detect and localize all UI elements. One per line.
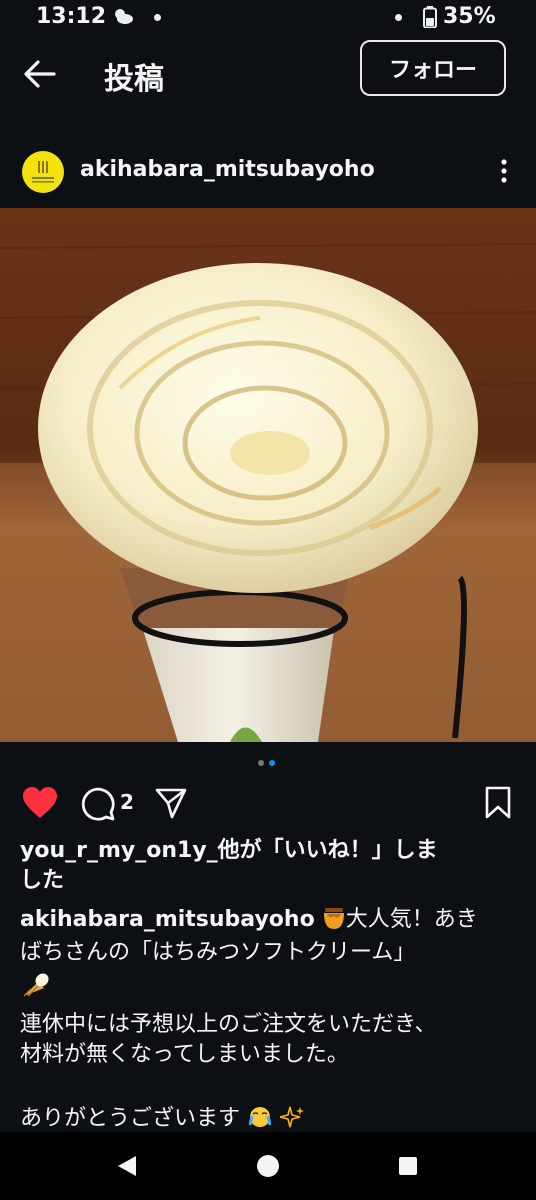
carousel-dot-active xyxy=(269,760,275,766)
nav-home-icon[interactable] xyxy=(256,1154,280,1178)
follow-button[interactable]: フォロー xyxy=(360,40,506,96)
caption-line xyxy=(20,970,512,1002)
heart-icon[interactable] xyxy=(22,786,58,820)
status-time: 13:12 xyxy=(36,4,107,29)
status-bar: 13:12 35% xyxy=(0,0,536,36)
caption-username[interactable]: akihabara_mitsubayoho xyxy=(20,907,315,932)
nav-back-icon[interactable] xyxy=(116,1154,138,1178)
system-nav-bar xyxy=(0,1132,536,1200)
avatar[interactable] xyxy=(22,151,64,193)
more-vertical-icon[interactable] xyxy=(498,158,510,184)
page-title: 投稿 xyxy=(104,62,164,97)
action-bar: 2 xyxy=(0,784,536,824)
sparkles-icon xyxy=(279,1106,305,1128)
likes-line-2: した xyxy=(20,868,65,893)
caption-line: ありがとうございます xyxy=(20,1104,512,1134)
caption-line: 連休中には予想以上のご注文をいただき、 xyxy=(20,1012,437,1037)
bookmark-icon[interactable] xyxy=(484,786,512,820)
back-arrow-icon[interactable] xyxy=(22,56,58,92)
crying-face-icon xyxy=(248,1107,272,1127)
caption-text: ありがとうございます xyxy=(20,1106,241,1131)
caption-text: 大人気！あき xyxy=(345,907,478,932)
post-header: akihabara_mitsubayoho xyxy=(0,146,536,196)
likes-line-1[interactable]: you_r_my_on1y_他が「いいね！」しま xyxy=(20,836,512,866)
battery-percent: 35% xyxy=(443,4,496,29)
post-image[interactable] xyxy=(0,208,536,742)
battery-icon xyxy=(423,6,437,28)
post-username[interactable]: akihabara_mitsubayoho xyxy=(80,157,375,182)
share-icon[interactable] xyxy=(154,786,188,820)
soft-serve-photo xyxy=(0,208,536,742)
carousel-indicator xyxy=(258,760,280,768)
ice-cream-icon xyxy=(23,973,49,997)
carousel-dot xyxy=(258,760,264,766)
caption-line: akihabara_mitsubayoho 大人気！あき xyxy=(20,904,512,935)
comment-count: 2 xyxy=(120,790,134,814)
comment-icon[interactable] xyxy=(80,786,116,822)
caption-line: 材料が無くなってしまいました。 xyxy=(20,1042,349,1067)
honey-pot-icon xyxy=(323,908,344,929)
weather-icon xyxy=(115,9,133,24)
caption-line: ばちさんの「はちみつソフトクリーム」 xyxy=(20,940,416,965)
notification-dot xyxy=(154,14,161,21)
notification-dot xyxy=(395,14,402,21)
top-bar: 投稿 フォロー xyxy=(0,40,536,110)
logo-mark xyxy=(32,161,54,183)
nav-recents-icon[interactable] xyxy=(398,1156,418,1176)
